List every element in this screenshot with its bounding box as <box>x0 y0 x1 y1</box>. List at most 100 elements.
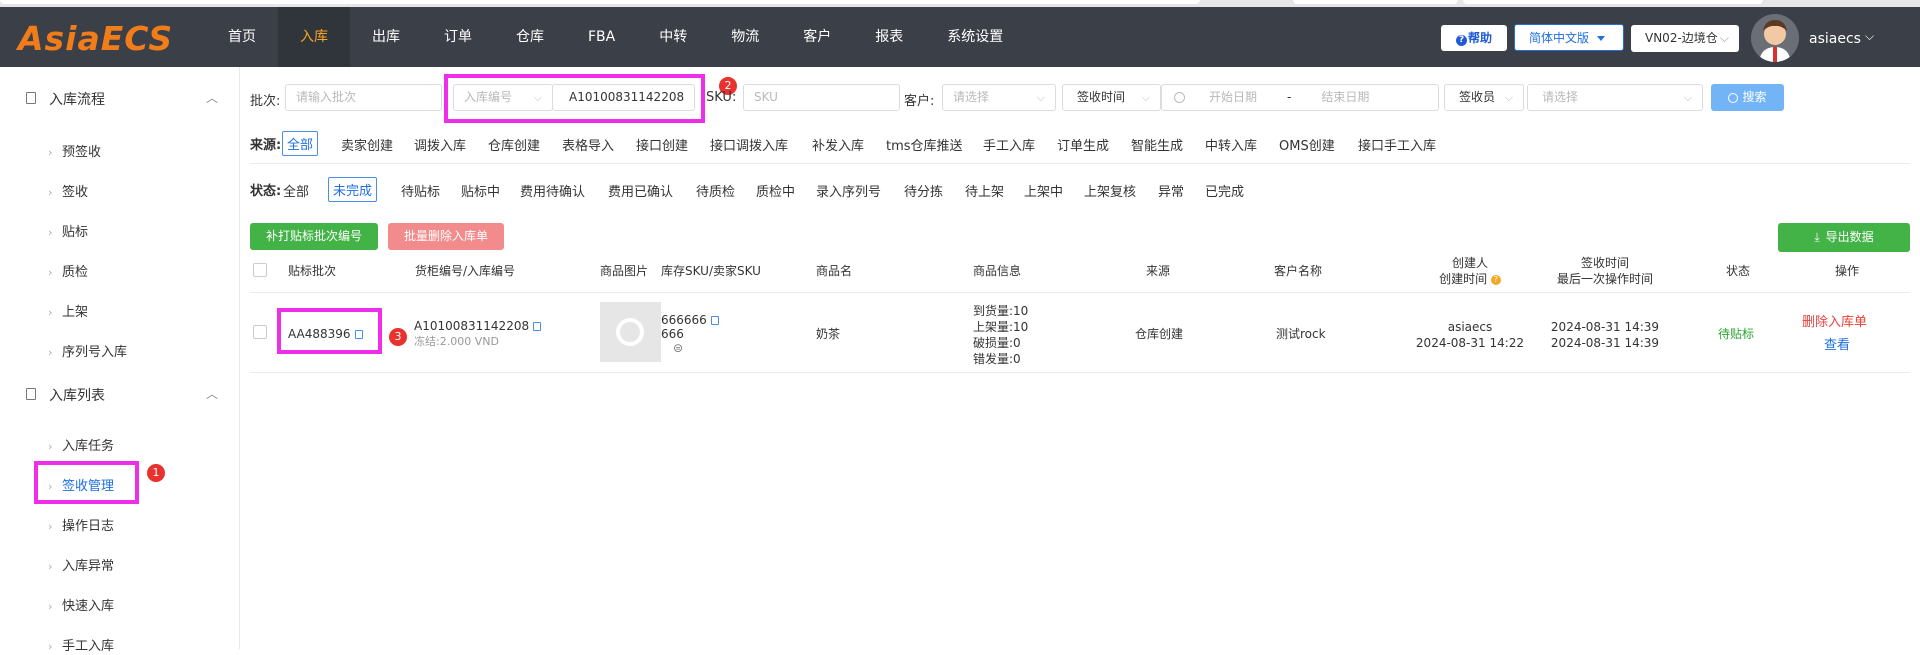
date-range-picker[interactable]: 开始日期 - 结束日期 <box>1161 84 1439 111</box>
nav-warehouse[interactable]: 仓库 <box>494 7 566 67</box>
status-option[interactable]: 待贴标 <box>401 181 440 200</box>
sidebar-item-quick-inbound[interactable]: › 快速入库 <box>48 595 114 615</box>
source-option[interactable]: 调拨入库 <box>414 135 466 154</box>
sidebar-item-inbound-exceptions[interactable]: › 入库异常 <box>48 555 114 575</box>
sidebar-item-sign[interactable]: › 签收 <box>48 181 88 201</box>
search-button[interactable]: 搜索 <box>1711 84 1784 111</box>
source-option[interactable]: 订单生成 <box>1057 135 1109 154</box>
inbound-number[interactable]: A10100831142208 <box>414 318 542 334</box>
nav-home[interactable]: 首页 <box>206 7 278 67</box>
th-batch: 贴标批次 <box>288 264 337 278</box>
th-image: 商品图片 <box>600 264 649 278</box>
batch-delete-button[interactable]: 批量删除入库单 <box>388 223 504 250</box>
chevron-down-icon: ⌵ <box>1141 91 1150 104</box>
sidebar-group-inbound-list[interactable]: 入库列表 ︿ <box>0 385 239 405</box>
product-image[interactable] <box>600 302 661 362</box>
status-option[interactable]: 已完成 <box>1205 181 1244 200</box>
nav-fba[interactable]: FBA <box>566 7 637 67</box>
sku-label: SKU: <box>706 90 737 105</box>
source-option[interactable]: 手工入库 <box>983 135 1035 154</box>
customer-label: 客户: <box>904 94 935 109</box>
help-button[interactable]: ? 帮助 <box>1441 25 1507 51</box>
warehouse-select[interactable]: VN02-边境仓 ⌵ <box>1631 25 1739 52</box>
export-button[interactable]: ⤓ 导出数据 <box>1778 223 1910 252</box>
sidebar-item-operation-log[interactable]: › 操作日志 <box>48 515 114 535</box>
status-option[interactable]: 上架复核 <box>1084 181 1136 200</box>
sidebar-item-manual-inbound[interactable]: › 手工入库 <box>48 635 114 655</box>
batch-input[interactable]: 请输入批次 <box>285 84 442 111</box>
browser-bar-right <box>1463 0 1763 4</box>
status-option[interactable]: 待质检 <box>696 181 735 200</box>
nav-logistics[interactable]: 物流 <box>709 7 781 67</box>
status-option[interactable]: 待分拣 <box>904 181 943 200</box>
source-option[interactable]: 补发入库 <box>812 135 864 154</box>
nav-settings[interactable]: 系统设置 <box>925 7 1025 67</box>
chevron-down-icon[interactable]: ⌵ <box>1865 29 1874 44</box>
source-option[interactable]: 卖家创建 <box>341 135 393 154</box>
time-type-select[interactable]: 签收时间 ⌵ <box>1062 84 1161 111</box>
status-option-incomplete[interactable]: 未完成 <box>328 177 378 202</box>
source-option[interactable]: 接口调拨入库 <box>710 135 788 154</box>
batch-placeholder: 请输入批次 <box>296 90 357 104</box>
sidebar-item-labeling[interactable]: › 贴标 <box>48 221 88 241</box>
username[interactable]: asiaecs <box>1809 31 1861 47</box>
app-logo[interactable]: AsiaECS <box>18 19 173 58</box>
export-label: 导出数据 <box>1825 230 1874 244</box>
nav-customers[interactable]: 客户 <box>781 7 853 67</box>
status-option[interactable]: 录入序列号 <box>816 181 881 200</box>
reprint-batch-button[interactable]: 补打贴标批次编号 <box>250 223 378 250</box>
time-type-label: 签收时间 <box>1077 90 1126 104</box>
nav-reports[interactable]: 报表 <box>853 7 925 67</box>
sidebar-item-qc[interactable]: › 质检 <box>48 261 88 281</box>
signer-select[interactable]: 请选择 ⌵ <box>1527 84 1703 111</box>
source-option[interactable]: 智能生成 <box>1131 135 1183 154</box>
copy-icon[interactable] <box>710 316 719 325</box>
step-badge-1: 1 <box>147 464 165 482</box>
row-checkbox[interactable] <box>253 325 267 339</box>
product-name: 奶茶 <box>816 327 841 341</box>
highlight-batch <box>277 308 382 354</box>
status-option[interactable]: 异常 <box>1158 181 1184 200</box>
copy-icon[interactable] <box>533 322 542 331</box>
th-sign-time-label: 签收时间 <box>1580 256 1629 270</box>
status-option[interactable]: 全部 <box>283 181 309 200</box>
nav-transit[interactable]: 中转 <box>637 7 709 67</box>
status-option[interactable]: 贴标中 <box>461 181 500 200</box>
avatar[interactable] <box>1751 14 1799 62</box>
customer-select[interactable]: 请选择 ⌵ <box>942 84 1056 111</box>
view-link[interactable]: 查看 <box>1824 338 1850 354</box>
delete-inbound-link[interactable]: 删除入库单 <box>1802 315 1867 331</box>
barcode-icon[interactable]: ⊜ <box>673 340 683 356</box>
th-container: 货柜编号/入库编号 <box>415 264 516 278</box>
status-option[interactable]: 费用待确认 <box>520 181 585 200</box>
signer-type-label: 签收员 <box>1459 90 1496 104</box>
select-all-checkbox[interactable] <box>253 263 267 277</box>
source-option[interactable]: 接口手工入库 <box>1358 135 1436 154</box>
nav-outbound[interactable]: 出库 <box>350 7 422 67</box>
info-icon[interactable]: ? <box>1490 274 1501 285</box>
sidebar-group-inbound-flow[interactable]: 入库流程 ︿ <box>0 89 239 109</box>
source-option[interactable]: 仓库创建 <box>488 135 540 154</box>
sku-input[interactable]: SKU <box>743 84 900 111</box>
nav-orders[interactable]: 订单 <box>422 7 494 67</box>
status-option[interactable]: 费用已确认 <box>608 181 673 200</box>
source-option[interactable]: tms仓库推送 <box>886 135 963 154</box>
status-option[interactable]: 待上架 <box>965 181 1004 200</box>
source-option[interactable]: 表格导入 <box>562 135 614 154</box>
source-option[interactable]: 中转入库 <box>1205 135 1257 154</box>
source-option[interactable]: OMS创建 <box>1279 135 1335 154</box>
language-select[interactable]: 简体中文版 <box>1514 24 1624 51</box>
sidebar-item-serial-inbound[interactable]: › 序列号入库 <box>48 341 127 361</box>
sidebar-item-putaway[interactable]: › 上架 <box>48 301 88 321</box>
sidebar-item-inbound-tasks[interactable]: › 入库任务 <box>48 435 114 455</box>
source-option[interactable]: 接口创建 <box>636 135 688 154</box>
nav-inbound[interactable]: 入库 <box>278 7 350 67</box>
browser-strip <box>0 0 1920 7</box>
status-option[interactable]: 上架中 <box>1024 181 1063 200</box>
signer-type-select[interactable]: 签收员 ⌵ <box>1444 84 1524 111</box>
sidebar-item-pre-sign[interactable]: › 预签收 <box>48 141 101 161</box>
date-separator: - <box>1287 90 1292 104</box>
source-option-all[interactable]: 全部 <box>282 131 319 156</box>
status-option[interactable]: 质检中 <box>756 181 795 200</box>
divider <box>250 292 1910 293</box>
